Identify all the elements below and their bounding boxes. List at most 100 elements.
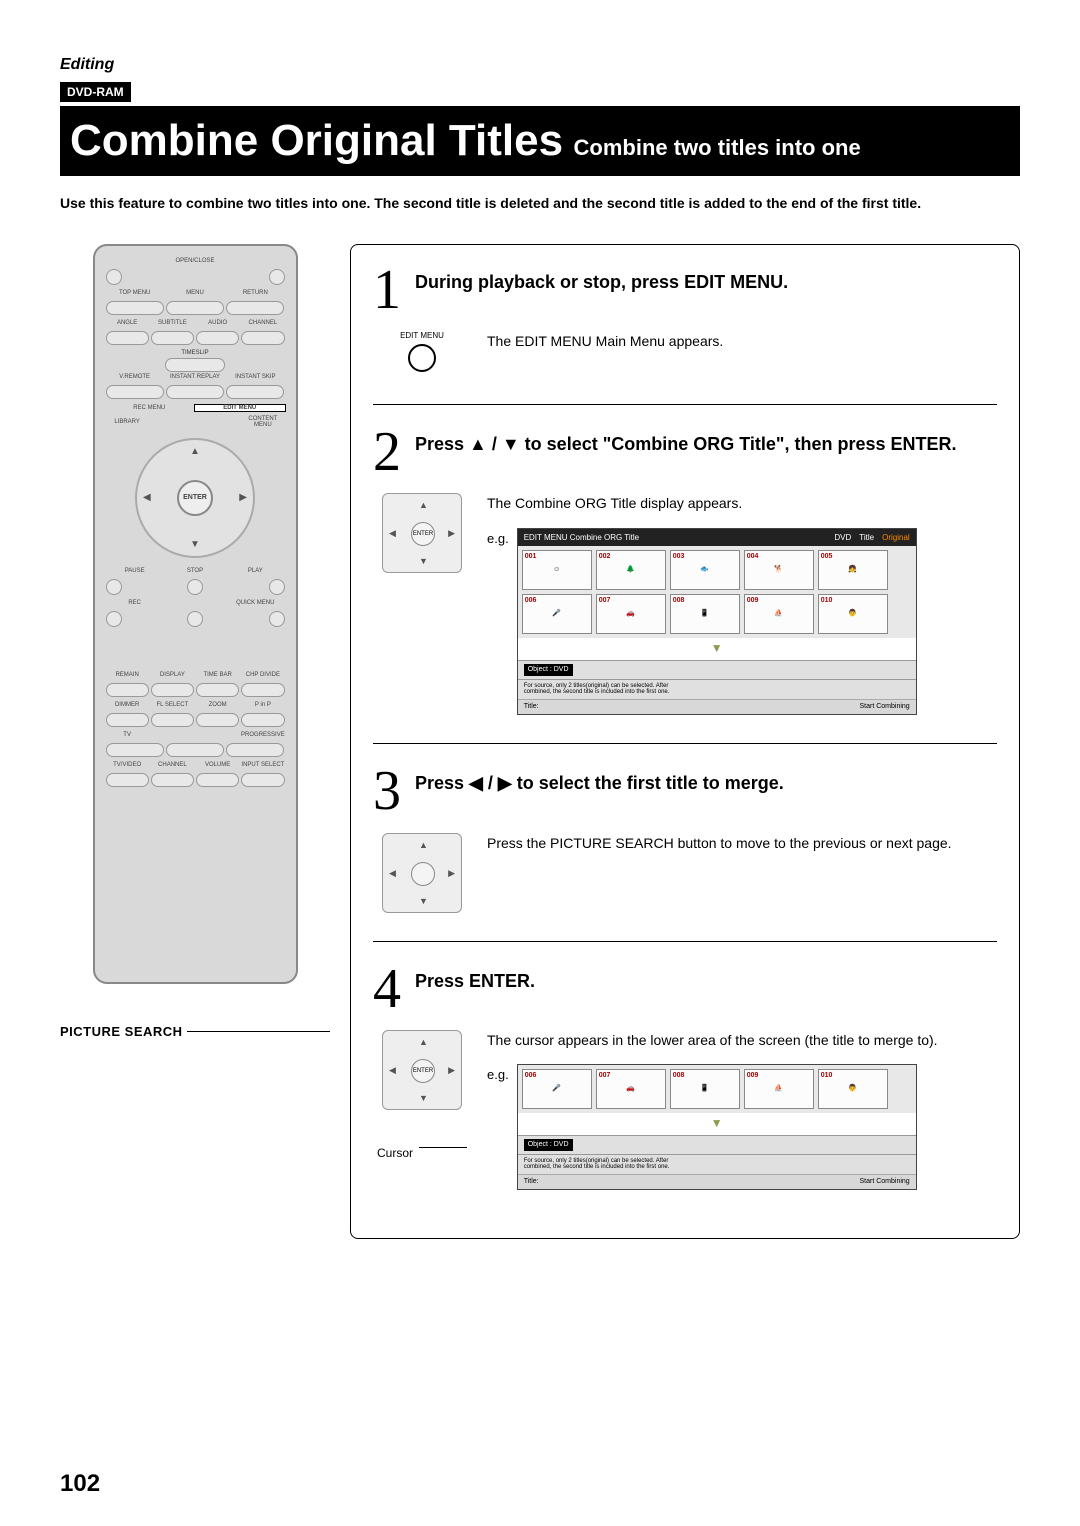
remote-label: CHP DIVIDE — [240, 672, 285, 678]
arrow-down-icon: ▼ — [419, 556, 428, 566]
step-description: The EDIT MENU Main Menu appears. — [487, 331, 997, 351]
remote-button — [196, 683, 239, 697]
osd-header-title: Title — [859, 532, 874, 544]
remote-button — [226, 743, 284, 757]
remote-label: DISPLAY — [150, 672, 195, 678]
osd-message: For source, only 2 titles(original) can … — [524, 1158, 694, 1171]
arrow-left-icon: ◀ — [389, 528, 396, 539]
remote-button — [106, 611, 122, 627]
remote-button — [269, 611, 285, 627]
enter-icon: ENTER — [411, 1059, 435, 1083]
step-description: The Combine ORG Title display appears. — [487, 493, 997, 513]
divider — [373, 404, 997, 405]
remote-label: REC MENU — [105, 405, 195, 411]
step-1: 1 During playback or stop, press EDIT ME… — [373, 265, 997, 376]
divider — [373, 743, 997, 744]
remote-button — [106, 683, 149, 697]
arrow-right-icon: ▶ — [448, 528, 455, 539]
osd-thumb: 009⛵ — [744, 1069, 814, 1109]
dpad-icon: ▲ ▼ ◀ ▶ — [377, 833, 467, 913]
osd-header-dvd: DVD — [834, 532, 851, 544]
remote-label: DIMMER — [105, 702, 150, 708]
remote-label: V.REMOTE — [105, 374, 165, 380]
main-content: OPEN/CLOSE TOP MENUMENURETURN ANGLESUBTI… — [60, 244, 1020, 1239]
osd-thumb: 008📱 — [670, 1069, 740, 1109]
remote-button — [151, 683, 194, 697]
remote-label: PROGRESSIVE — [240, 732, 285, 738]
icon-label: EDIT MENU — [377, 331, 467, 340]
arrow-down-icon: ▼ — [518, 1113, 916, 1134]
remote-button — [187, 579, 203, 595]
remote-button — [241, 713, 284, 727]
osd-thumb: 001☺ — [522, 550, 592, 590]
remote-label: TIME BAR — [195, 672, 240, 678]
remote-label: CHANNEL — [150, 762, 195, 768]
remote-button — [106, 301, 164, 315]
step-number: 3 — [373, 766, 401, 816]
remote-button — [196, 713, 239, 727]
osd-thumb: 008📱 — [670, 594, 740, 634]
osd-thumb: 009⛵ — [744, 594, 814, 634]
remote-button — [106, 713, 149, 727]
arrow-left-icon: ◀ — [143, 492, 151, 503]
arrow-right-icon: ▶ — [239, 492, 247, 503]
remote-label: REMAIN — [105, 672, 150, 678]
remote-button — [226, 385, 284, 399]
osd-title-label: Title: — [524, 702, 539, 712]
steps-panel: 1 During playback or stop, press EDIT ME… — [350, 244, 1020, 1239]
osd-message: For source, only 2 titles(original) can … — [524, 683, 694, 696]
cursor-label: Cursor — [377, 1136, 413, 1160]
remote-button — [106, 743, 164, 757]
arrow-right-icon: ▶ — [448, 1065, 455, 1076]
remote-label: VOLUME — [195, 762, 240, 768]
enter-icon: ENTER — [411, 522, 435, 546]
step-title: Press ◀ / ▶ to select the first title to… — [415, 766, 784, 795]
osd-example-1: EDIT MENU Combine ORG Title DVD Title Or… — [517, 528, 917, 715]
enter-icon — [411, 862, 435, 886]
remote-label: RETURN — [225, 290, 285, 296]
step-title: Press ▲ / ▼ to select "Combine ORG Title… — [415, 427, 957, 456]
osd-thumb: 006🎤 — [522, 594, 592, 634]
title-bar: Combine Original Titles Combine two titl… — [60, 106, 1020, 176]
arrow-up-icon: ▲ — [419, 1037, 428, 1047]
osd-thumb: 007🚗 — [596, 1069, 666, 1109]
remote-button — [166, 743, 224, 757]
osd-example-2: 006🎤 007🚗 008📱 009⛵ 010👨 ▼ Object : DVD — [517, 1064, 917, 1190]
remote-label: CHANNEL — [240, 320, 285, 326]
remote-label: PLAY — [225, 568, 285, 574]
remote-label: INSTANT SKIP — [225, 374, 285, 380]
circle-button-icon — [408, 344, 436, 372]
arrow-down-icon: ▼ — [419, 1093, 428, 1103]
remote-button — [241, 331, 284, 345]
osd-thumb: 010👨 — [818, 1069, 888, 1109]
remote-button — [241, 683, 284, 697]
media-tag: DVD-RAM — [60, 82, 131, 102]
remote-button — [151, 773, 194, 787]
osd-header-original: Original — [882, 532, 910, 544]
arrow-down-icon: ▼ — [190, 539, 200, 550]
remote-button — [187, 611, 203, 627]
arrow-up-icon: ▲ — [190, 446, 200, 457]
remote-button — [196, 773, 239, 787]
remote-button — [106, 269, 122, 285]
osd-object-label: Object : DVD — [524, 664, 573, 676]
remote-label: INSTANT REPLAY — [165, 374, 225, 380]
remote-label: QUICK MENU — [225, 600, 285, 606]
arrow-down-icon: ▼ — [518, 638, 916, 659]
remote-column: OPEN/CLOSE TOP MENUMENURETURN ANGLESUBTI… — [60, 244, 330, 1239]
remote-label: REC — [105, 600, 165, 606]
remote-button — [106, 331, 149, 345]
page-number: 102 — [60, 1470, 100, 1498]
remote-label: INPUT SELECT — [240, 762, 285, 768]
remote-button — [165, 358, 225, 372]
remote-button — [106, 773, 149, 787]
remote-button — [106, 579, 122, 595]
remote-label: ANGLE — [105, 320, 150, 326]
remote-label: TV — [105, 732, 150, 738]
example-label: e.g. — [487, 528, 509, 715]
remote-label: TIMESLIP — [105, 350, 286, 356]
osd-thumb: 002🌲 — [596, 550, 666, 590]
example-label: e.g. — [487, 1064, 509, 1190]
osd-header-left: EDIT MENU Combine ORG Title — [524, 532, 639, 544]
remote-label: AUDIO — [195, 320, 240, 326]
